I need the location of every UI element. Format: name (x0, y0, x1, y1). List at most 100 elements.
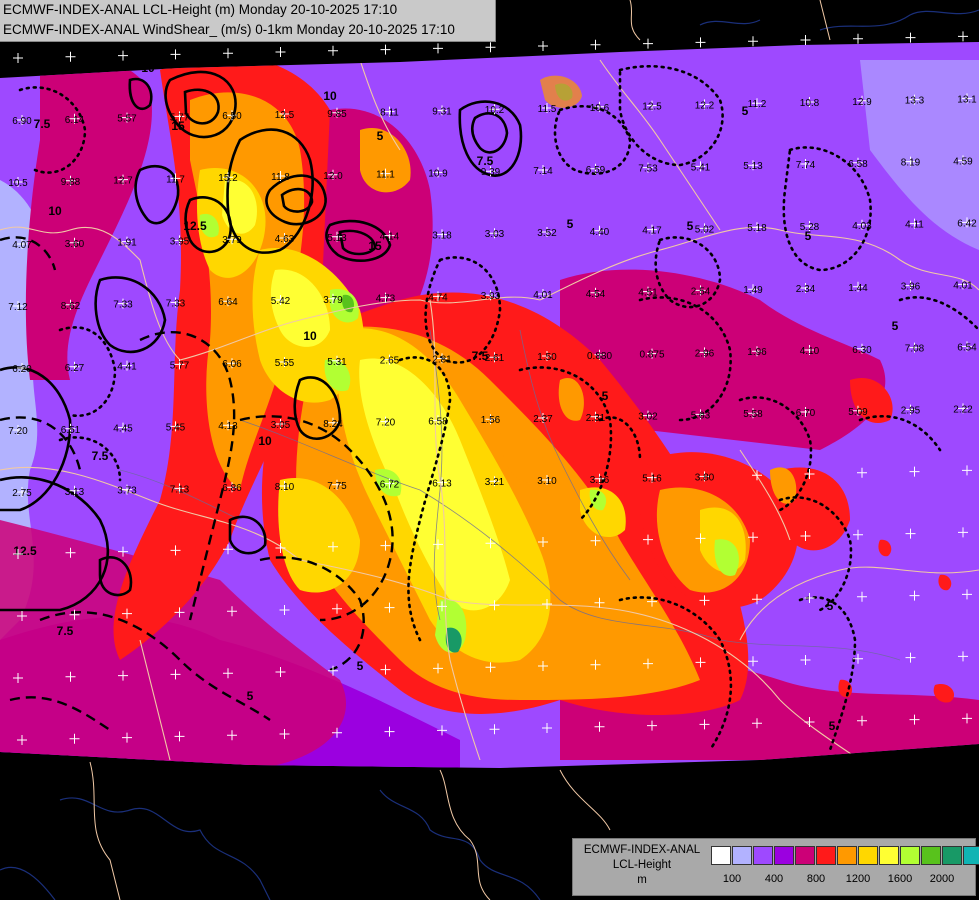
windshear-value: 1.56 (481, 415, 501, 426)
windshear-value: 6.70 (796, 408, 816, 419)
windshear-value: 7.14 (533, 166, 553, 177)
windshear-value: 7.20 (376, 418, 396, 429)
contour-label: 5 (892, 319, 899, 333)
legend-swatch (963, 846, 979, 865)
windshear-value: 11.5 (538, 104, 557, 115)
windshear-value: 7.75 (327, 481, 347, 492)
windshear-value: 4.01 (953, 280, 973, 291)
legend-swatch (942, 846, 962, 865)
windshear-value: 3.52 (537, 228, 557, 239)
contour-label: 10 (48, 204, 62, 218)
windshear-value: 5.03 (691, 410, 711, 421)
windshear-value: 7.53 (638, 164, 658, 175)
windshear-value: 5.45 (166, 422, 186, 433)
windshear-value: 6.51 (61, 425, 81, 436)
color-legend: ECMWF-INDEX-ANAL LCL-Height m 100 400 800 1… (572, 838, 979, 896)
windshear-value: 5.57 (117, 114, 137, 125)
windshear-value: 4.73 (376, 294, 396, 305)
windshear-value: 5.42 (271, 296, 291, 307)
windshear-value: 15.2 (218, 173, 238, 184)
contour-label: 7.5 (92, 449, 109, 463)
windshear-value: 3.79 (222, 235, 242, 246)
windshear-value: 5.41 (691, 162, 711, 173)
windshear-value: 4.40 (590, 227, 610, 238)
legend-swatch (879, 846, 899, 865)
windshear-value: 2.37 (533, 414, 553, 425)
windshear-value: 2.75 (12, 488, 32, 499)
legend-ticks: 100 400 800 1200 1600 2000 (711, 873, 973, 889)
windshear-value: 3.16 (590, 475, 610, 486)
windshear-value: 3.60 (65, 239, 85, 250)
windshear-value: 2.34 (796, 284, 816, 295)
windshear-value: 6.59 (586, 165, 606, 176)
contour-label: 5 (687, 219, 694, 233)
windshear-value: 3.10 (537, 476, 557, 487)
windshear-value: 9.85 (327, 109, 347, 120)
legend-tick-label: 2000 (929, 873, 955, 885)
windshear-value: 4.10 (800, 346, 820, 357)
windshear-value: 1.96 (747, 347, 767, 358)
windshear-value: 6.58 (428, 416, 448, 427)
legend-swatch (921, 846, 941, 865)
windshear-value: 2.54 (691, 286, 711, 297)
windshear-value: 6.72 (380, 480, 400, 491)
windshear-value: 7.13 (170, 484, 190, 495)
windshear-value: 11.7 (166, 174, 185, 185)
windshear-value: 5.18 (747, 223, 767, 234)
windshear-value: 12.7 (113, 176, 133, 187)
windshear-value: 6.42 (957, 218, 977, 229)
windshear-value: 1.50 (537, 352, 557, 363)
legend-swatch (753, 846, 773, 865)
contour-label: 12.5 (13, 544, 37, 558)
windshear-value: 3.79 (323, 295, 343, 306)
windshear-value: 6.13 (432, 478, 452, 489)
windshear-value: 7.12 (8, 302, 28, 313)
legend-tick-label: 1600 (887, 873, 913, 885)
windshear-value: 12.5 (642, 102, 662, 113)
windshear-value: 4.07 (12, 240, 32, 251)
windshear-value: 6.86 (222, 483, 242, 494)
windshear-value: 11.2 (748, 99, 767, 110)
windshear-value: 3.80 (695, 472, 715, 483)
windshear-value: 6.58 (848, 159, 868, 170)
contour-label: 7.5 (34, 117, 51, 131)
windshear-value: 4.17 (642, 226, 662, 237)
windshear-value: 1.91 (117, 238, 137, 249)
windshear-value: 6.30 (852, 345, 872, 356)
legend-swatch (816, 846, 836, 865)
contour-label: 7.5 (57, 624, 74, 638)
windshear-value: 3.73 (117, 486, 137, 497)
windshear-value: 6.64 (218, 297, 238, 308)
windshear-value: 11.8 (271, 172, 290, 183)
contour-label: 5 (827, 599, 834, 613)
windshear-value: 6.50 (222, 111, 242, 122)
windshear-value: 3.21 (485, 477, 505, 488)
title-line-2: ECMWF-INDEX-ANAL WindShear_ (m/s) 0-1km … (3, 22, 455, 37)
windshear-value: 7.74 (796, 160, 816, 171)
legend-swatch (858, 846, 878, 865)
contour-label: 5 (357, 659, 364, 673)
legend-field: LCL-Height (612, 859, 672, 871)
windshear-value: 0.880 (587, 351, 612, 362)
windshear-value: 2.61 (485, 353, 505, 364)
windshear-value: 3.18 (432, 230, 452, 241)
lcl-height-map: 101512.5157.5107.57.512.57.55555557.5101… (0, 0, 979, 900)
windshear-value: 6.06 (222, 359, 242, 370)
windshear-value: 5.09 (848, 407, 868, 418)
windshear-value: 4.63 (275, 234, 295, 245)
contour-label: 5 (377, 129, 384, 143)
windshear-value: 12.5 (275, 110, 295, 121)
legend-title: ECMWF-INDEX-ANAL LCL-Height m (577, 843, 707, 888)
windshear-value: 11.1 (376, 170, 395, 181)
windshear-value: 9.31 (432, 106, 452, 117)
windshear-value: 4.59 (953, 156, 973, 167)
windshear-value: 2.81 (432, 354, 452, 365)
windshear-value: 4.13 (218, 421, 238, 432)
windshear-value: 5.02 (695, 224, 715, 235)
legend-tick-label: 800 (806, 873, 826, 885)
legend-tick-label: 1200 (845, 873, 871, 885)
legend-tick-label: 400 (764, 873, 784, 885)
windshear-value: 0.875 (639, 350, 664, 361)
windshear-value: 9.39 (481, 167, 501, 178)
windshear-value: 10.5 (8, 178, 28, 189)
